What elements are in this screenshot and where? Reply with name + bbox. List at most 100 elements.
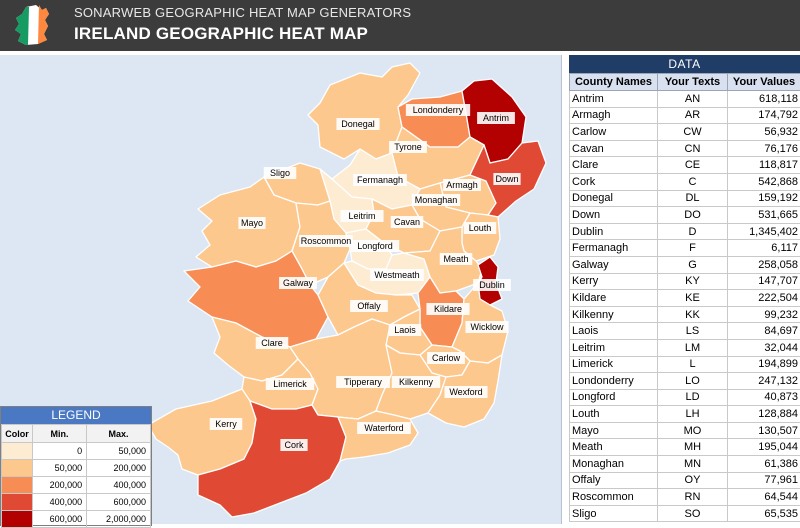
data-row[interactable]: FermanaghF6,117: [570, 240, 800, 257]
county-value-cell[interactable]: 118,817: [728, 157, 800, 174]
county-value-cell[interactable]: 40,873: [728, 389, 800, 406]
county-name-cell[interactable]: Galway: [570, 256, 658, 273]
county-value-cell[interactable]: 56,932: [728, 124, 800, 141]
data-row[interactable]: SligoSO65,535: [570, 505, 800, 522]
county-name-cell[interactable]: Donegal: [570, 190, 658, 207]
county-value-cell[interactable]: 542,868: [728, 173, 800, 190]
county-value-cell[interactable]: 247,132: [728, 373, 800, 390]
county-text-cell[interactable]: LS: [658, 323, 728, 340]
county-value-cell[interactable]: 84,697: [728, 323, 800, 340]
county-name-cell[interactable]: Carlow: [570, 124, 658, 141]
data-row[interactable]: ClareCE118,817: [570, 157, 800, 174]
data-row[interactable]: GalwayG258,058: [570, 256, 800, 273]
county-name-cell[interactable]: Down: [570, 207, 658, 224]
data-row[interactable]: CorkC542,868: [570, 173, 800, 190]
county-value-cell[interactable]: 6,117: [728, 240, 800, 257]
county-text-cell[interactable]: L: [658, 356, 728, 373]
data-row[interactable]: RoscommonRN64,544: [570, 489, 800, 506]
county-value-cell[interactable]: 77,961: [728, 472, 800, 489]
data-row[interactable]: LeitrimLM32,044: [570, 339, 800, 356]
county-name-cell[interactable]: Limerick: [570, 356, 658, 373]
county-text-cell[interactable]: DL: [658, 190, 728, 207]
county-name-cell[interactable]: Roscommon: [570, 489, 658, 506]
county-name-cell[interactable]: Londonderry: [570, 373, 658, 390]
county-text-cell[interactable]: DO: [658, 207, 728, 224]
county-name-cell[interactable]: Meath: [570, 439, 658, 456]
data-row[interactable]: MayoMO130,507: [570, 422, 800, 439]
data-row[interactable]: CarlowCW56,932: [570, 124, 800, 141]
county-text-cell[interactable]: OY: [658, 472, 728, 489]
data-row[interactable]: CavanCN76,176: [570, 140, 800, 157]
county-text-cell[interactable]: KY: [658, 273, 728, 290]
county-text-cell[interactable]: MO: [658, 422, 728, 439]
county-name-cell[interactable]: Laois: [570, 323, 658, 340]
data-row[interactable]: AntrimAN618,118: [570, 91, 800, 108]
county-text-cell[interactable]: MN: [658, 456, 728, 473]
county-text-cell[interactable]: G: [658, 256, 728, 273]
county-text-cell[interactable]: F: [658, 240, 728, 257]
county-value-cell[interactable]: 130,507: [728, 422, 800, 439]
county-text-cell[interactable]: SO: [658, 505, 728, 522]
county-name-cell[interactable]: Louth: [570, 406, 658, 423]
data-row[interactable]: DownDO531,665: [570, 207, 800, 224]
county-value-cell[interactable]: 64,544: [728, 489, 800, 506]
county-name-cell[interactable]: Offaly: [570, 472, 658, 489]
county-value-cell[interactable]: 222,504: [728, 290, 800, 307]
county-waterford[interactable]: [338, 411, 418, 461]
county-text-cell[interactable]: CW: [658, 124, 728, 141]
data-row[interactable]: KilkennyKK99,232: [570, 306, 800, 323]
data-row[interactable]: MonaghanMN61,386: [570, 456, 800, 473]
county-name-cell[interactable]: Armagh: [570, 107, 658, 124]
data-row[interactable]: KildareKE222,504: [570, 290, 800, 307]
data-row[interactable]: LouthLH128,884: [570, 406, 800, 423]
county-value-cell[interactable]: 76,176: [728, 140, 800, 157]
county-name-cell[interactable]: Dublin: [570, 223, 658, 240]
county-value-cell[interactable]: 99,232: [728, 306, 800, 323]
county-value-cell[interactable]: 61,386: [728, 456, 800, 473]
county-text-cell[interactable]: MH: [658, 439, 728, 456]
county-name-cell[interactable]: Kilkenny: [570, 306, 658, 323]
data-row[interactable]: KerryKY147,707: [570, 273, 800, 290]
county-name-cell[interactable]: Monaghan: [570, 456, 658, 473]
county-value-cell[interactable]: 531,665: [728, 207, 800, 224]
county-name-cell[interactable]: Cork: [570, 173, 658, 190]
county-value-cell[interactable]: 1,345,402: [728, 223, 800, 240]
county-text-cell[interactable]: AN: [658, 91, 728, 108]
county-value-cell[interactable]: 147,707: [728, 273, 800, 290]
county-text-cell[interactable]: C: [658, 173, 728, 190]
county-value-cell[interactable]: 195,044: [728, 439, 800, 456]
county-value-cell[interactable]: 128,884: [728, 406, 800, 423]
county-name-cell[interactable]: Cavan: [570, 140, 658, 157]
county-name-cell[interactable]: Leitrim: [570, 339, 658, 356]
county-text-cell[interactable]: LM: [658, 339, 728, 356]
data-row[interactable]: LaoisLS84,697: [570, 323, 800, 340]
county-name-cell[interactable]: Longford: [570, 389, 658, 406]
data-row[interactable]: LimerickL194,899: [570, 356, 800, 373]
data-row[interactable]: LongfordLD40,873: [570, 389, 800, 406]
county-value-cell[interactable]: 258,058: [728, 256, 800, 273]
county-text-cell[interactable]: AR: [658, 107, 728, 124]
county-value-cell[interactable]: 65,535: [728, 505, 800, 522]
county-text-cell[interactable]: KK: [658, 306, 728, 323]
county-text-cell[interactable]: CE: [658, 157, 728, 174]
county-text-cell[interactable]: LH: [658, 406, 728, 423]
county-text-cell[interactable]: RN: [658, 489, 728, 506]
county-text-cell[interactable]: LO: [658, 373, 728, 390]
county-value-cell[interactable]: 159,192: [728, 190, 800, 207]
county-value-cell[interactable]: 174,792: [728, 107, 800, 124]
data-row[interactable]: DonegalDL159,192: [570, 190, 800, 207]
county-name-cell[interactable]: Sligo: [570, 505, 658, 522]
data-row[interactable]: DublinD1,345,402: [570, 223, 800, 240]
county-value-cell[interactable]: 618,118: [728, 91, 800, 108]
county-text-cell[interactable]: CN: [658, 140, 728, 157]
county-name-cell[interactable]: Fermanagh: [570, 240, 658, 257]
county-name-cell[interactable]: Clare: [570, 157, 658, 174]
county-name-cell[interactable]: Antrim: [570, 91, 658, 108]
data-row[interactable]: ArmaghAR174,792: [570, 107, 800, 124]
county-name-cell[interactable]: Kerry: [570, 273, 658, 290]
county-name-cell[interactable]: Kildare: [570, 290, 658, 307]
county-name-cell[interactable]: Mayo: [570, 422, 658, 439]
county-text-cell[interactable]: D: [658, 223, 728, 240]
county-text-cell[interactable]: LD: [658, 389, 728, 406]
county-text-cell[interactable]: KE: [658, 290, 728, 307]
